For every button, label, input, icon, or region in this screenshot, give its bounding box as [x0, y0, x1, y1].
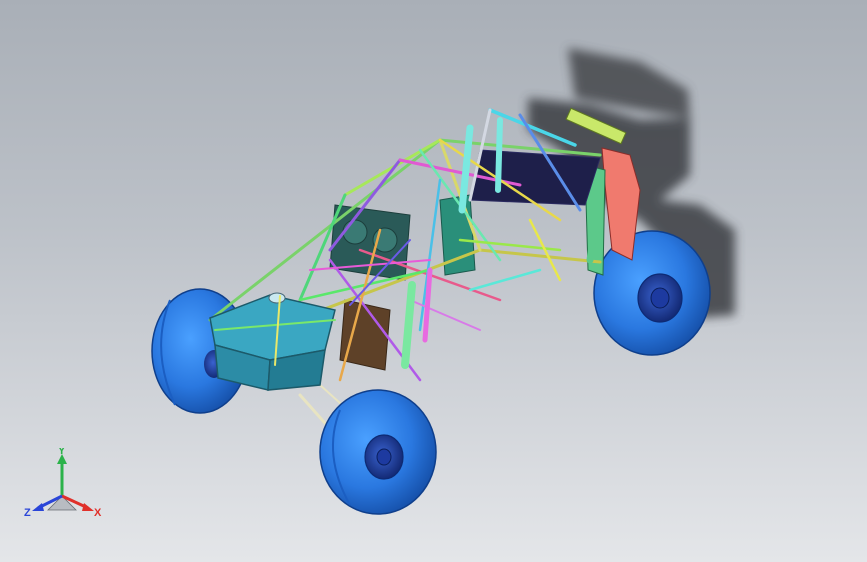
3d-viewport[interactable]: Y X Z: [0, 0, 867, 562]
tire-front-right: [319, 389, 437, 515]
y-axis-label: Y: [58, 448, 66, 457]
coordinate-triad[interactable]: Y X Z: [22, 448, 106, 522]
model-scene[interactable]: [0, 0, 867, 562]
x-axis-label: X: [94, 507, 102, 519]
z-axis-label: Z: [24, 507, 31, 519]
tire-rear-right: [593, 230, 711, 356]
tube-frame: [208, 108, 604, 442]
